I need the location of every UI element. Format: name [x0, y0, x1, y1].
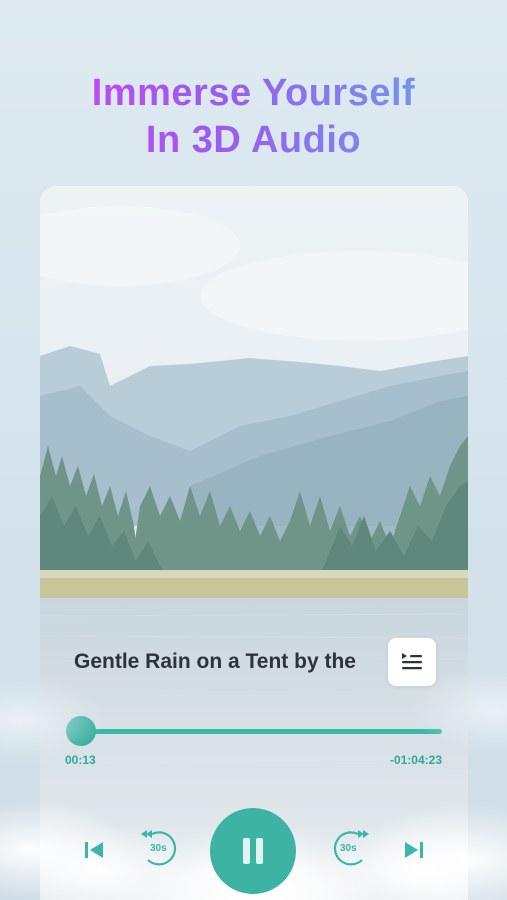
forward-label: 30s [340, 843, 357, 854]
player-card: Gentle Rain on a Tent by the 00:13 -01:0… [40, 186, 468, 900]
next-button[interactable] [400, 836, 428, 864]
previous-button[interactable] [80, 836, 108, 864]
queue-button[interactable] [388, 638, 436, 686]
progress-rail[interactable] [80, 729, 442, 734]
headline: Immerse Yourself In 3D Audio [0, 70, 507, 164]
playback-controls: 30s 30s [40, 804, 468, 894]
play-pause-icon [243, 838, 263, 864]
queue-list-icon [402, 653, 422, 670]
elapsed-time: 00:13 [65, 753, 96, 767]
headline-line-1: Immerse Yourself [0, 70, 507, 117]
progress-knob[interactable] [66, 716, 96, 746]
track-row: Gentle Rain on a Tent by the [74, 638, 436, 686]
remaining-time: -01:04:23 [389, 753, 442, 767]
rewind-button[interactable]: 30s [138, 826, 182, 870]
headline-line-2: In 3D Audio [0, 117, 507, 164]
rewind-label: 30s [150, 843, 167, 854]
skip-next-icon [405, 842, 423, 858]
landscape-artwork [40, 186, 468, 900]
progress-slider[interactable] [66, 716, 442, 746]
play-pause-button[interactable] [210, 808, 296, 894]
skip-previous-icon [85, 842, 103, 858]
track-title: Gentle Rain on a Tent by the [74, 650, 356, 673]
forward-button[interactable]: 30s [328, 826, 372, 870]
